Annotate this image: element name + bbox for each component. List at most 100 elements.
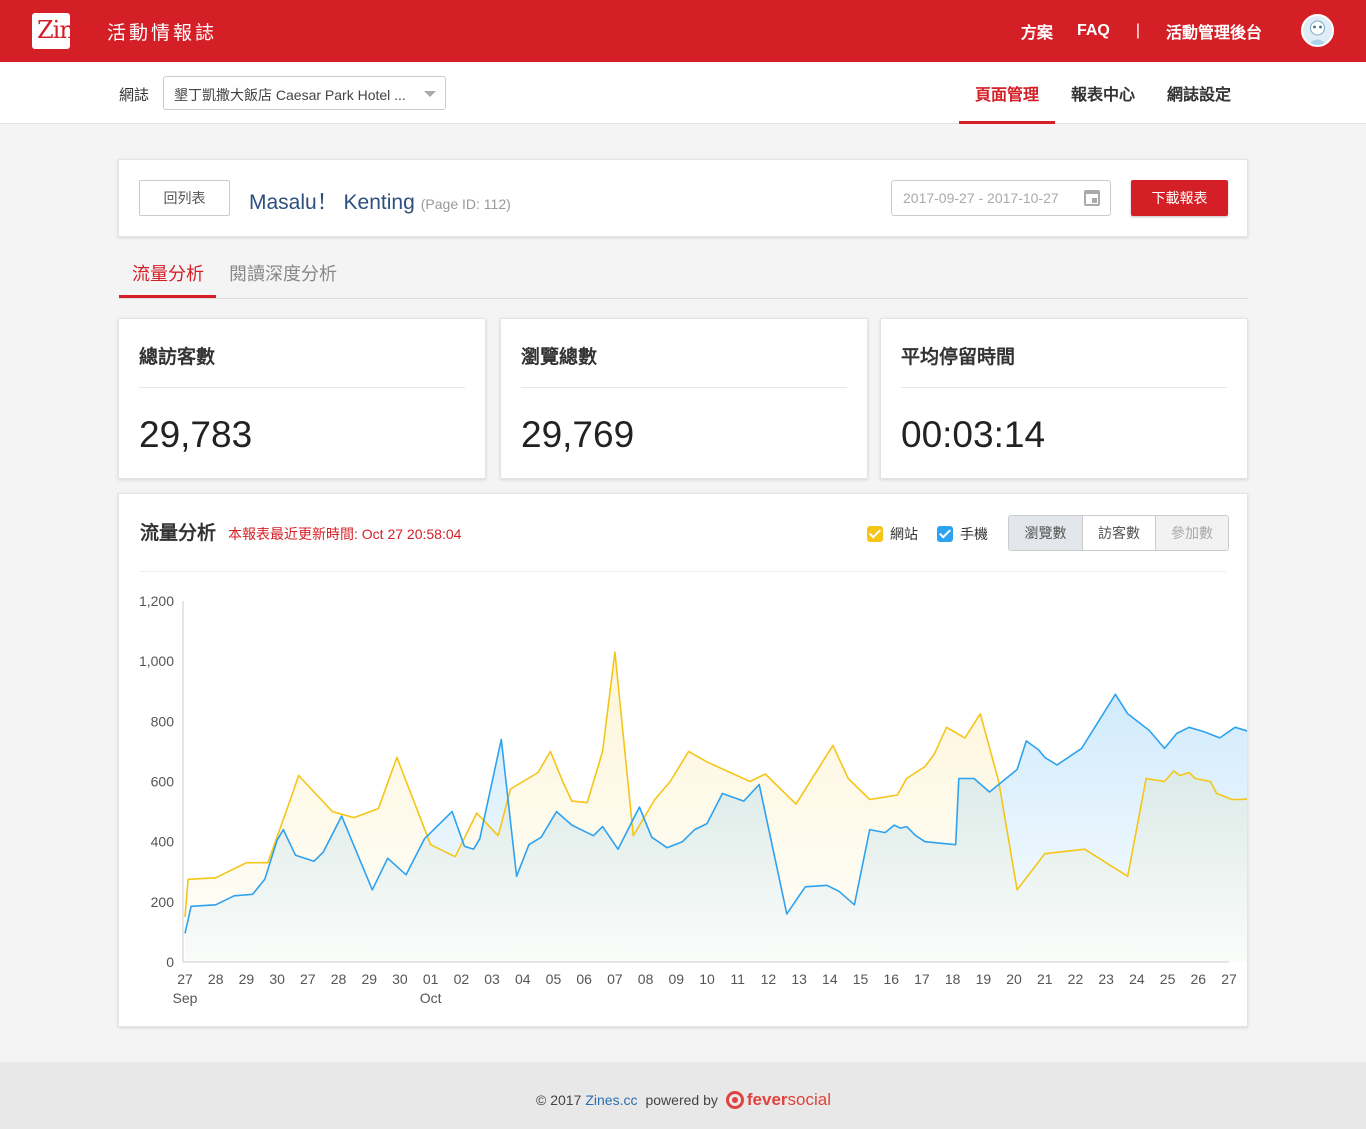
checkbox-checked-icon[interactable] [867, 526, 883, 542]
x-tick-label: 28 [208, 971, 224, 987]
footer-text: © 2017 Zines.cc powered by fever social [536, 1090, 831, 1110]
zines-link[interactable]: Zines.cc [585, 1092, 637, 1108]
x-tick-label: 04 [515, 971, 531, 987]
tab-report-center[interactable]: 報表中心 [1055, 62, 1151, 124]
y-tick-label: 400 [151, 834, 175, 850]
traffic-area-chart: 0 200 400 600 800 1,000 1,200 27 28 29 30 27 28 29 30 0… [139, 593, 1247, 1006]
download-report-button[interactable]: 下載報表 [1131, 180, 1228, 216]
x-tick-label: 10 [699, 971, 715, 987]
brand-name: 活動情報誌 [107, 22, 218, 44]
zine-select-value: 墾丁凱撒大飯店 Caesar Park Hotel ... [174, 87, 406, 103]
x-tick-label: 09 [669, 971, 685, 987]
stat-title: 平均停留時間 [901, 347, 1016, 368]
calendar-icon[interactable] [1084, 190, 1100, 206]
stat-title: 瀏覽總數 [521, 347, 598, 368]
logo-text: Zines [37, 16, 99, 44]
x-tick-label: 22 [1068, 971, 1084, 987]
divider [521, 387, 847, 388]
metric-participants-button[interactable]: 參加數 [1155, 516, 1228, 550]
legend-label: 網站 [890, 526, 918, 542]
back-to-list-button[interactable]: 回列表 [139, 180, 230, 216]
x-tick-label: 17 [914, 971, 930, 987]
x-tick-label: 14 [822, 971, 838, 987]
y-tick-label: 1,000 [139, 653, 174, 669]
x-tick-label: 20 [1006, 971, 1022, 987]
x-tick-label: 05 [546, 971, 562, 987]
x-tick-label: 27 [300, 971, 316, 987]
page-title-text: Masalu！ Kenting [249, 191, 415, 214]
metric-visitors-button[interactable]: 訪客數 [1082, 516, 1155, 550]
x-tick-label: 30 [269, 971, 285, 987]
y-tick-label: 800 [151, 713, 175, 729]
zines-logo[interactable]: Zines [32, 13, 99, 49]
x-tick-label: 21 [1037, 971, 1053, 987]
x-tick-label: 27 [177, 971, 193, 987]
tab-traffic-analysis[interactable]: 流量分析 [132, 260, 204, 286]
date-range-value: 2017-09-27 - 2017-10-27 [903, 190, 1059, 206]
page-id: (Page ID: 112) [420, 196, 511, 212]
feversocial-icon [725, 1091, 744, 1109]
stat-value: 00:03:14 [901, 414, 1046, 455]
sub-header: 網誌 墾丁凱撒大飯店 Caesar Park Hotel ... 頁面管理 報表… [0, 62, 1366, 124]
sub-tabs: 頁面管理 報表中心 網誌設定 [959, 62, 1247, 124]
x-tick-label: 03 [484, 971, 500, 987]
tab-page-management[interactable]: 頁面管理 [959, 62, 1055, 124]
metric-pageviews-button[interactable]: 瀏覽數 [1009, 516, 1082, 550]
tab-reading-depth[interactable]: 閱讀深度分析 [229, 260, 337, 286]
footer: © 2017 Zines.cc powered by fever social [0, 1062, 1366, 1129]
nav-faq[interactable]: FAQ [1077, 22, 1110, 40]
zine-label: 網誌 [119, 87, 150, 104]
user-avatar[interactable] [1301, 14, 1334, 47]
analysis-tabs: 流量分析 閱讀深度分析 [118, 248, 1248, 299]
x-tick-label: 23 [1098, 971, 1114, 987]
logo-part-b: social [787, 1090, 831, 1109]
series-area-mobile [185, 694, 1247, 962]
stat-value: 29,769 [521, 414, 635, 455]
chart-title: 流量分析 [140, 523, 217, 544]
x-tick-label: 18 [945, 971, 961, 987]
tab-blog-settings[interactable]: 網誌設定 [1151, 62, 1247, 124]
x-tick-label: 25 [1160, 971, 1176, 987]
page-title: Masalu！ Kenting (Page ID: 112) [249, 186, 511, 216]
powered-by: powered by [645, 1092, 718, 1108]
divider [901, 387, 1227, 388]
x-tick-label: 26 [1191, 971, 1207, 987]
copyright: © 2017 [536, 1092, 582, 1108]
x-tick-label: 28 [331, 971, 347, 987]
stat-card-pageviews: 瀏覽總數 29,769 [500, 318, 868, 479]
x-tick-label: 07 [607, 971, 623, 987]
y-tick-label: 200 [151, 894, 175, 910]
legend-mobile-toggle[interactable]: 手機 [937, 524, 988, 544]
x-tick-label: 30 [392, 971, 408, 987]
x-month-label: Sep [173, 990, 198, 1006]
legend-website-toggle[interactable]: 網站 [867, 524, 918, 544]
date-range-input[interactable]: 2017-09-27 - 2017-10-27 [891, 180, 1111, 216]
traffic-chart-card: 流量分析 本報表最近更新時間: Oct 27 20:58:04 網站 手機 瀏覽… [118, 493, 1248, 1027]
nav-plans[interactable]: 方案 [1021, 19, 1053, 43]
feversocial-logo[interactable]: fever social [725, 1090, 831, 1110]
x-tick-label: 16 [883, 971, 899, 987]
x-tick-label: 29 [361, 971, 377, 987]
active-tab-indicator [119, 295, 216, 298]
x-tick-label: 06 [576, 971, 592, 987]
x-tick-label: 15 [853, 971, 869, 987]
stat-value: 29,783 [139, 414, 253, 455]
x-tick-label: 19 [976, 971, 992, 987]
divider [140, 571, 1226, 572]
nav-admin[interactable]: 活動管理後台 [1166, 19, 1262, 43]
stat-title: 總訪客數 [139, 347, 216, 368]
top-nav: 方案 FAQ | 活動管理後台 [997, 0, 1262, 62]
logo-part-a: fever [746, 1090, 788, 1109]
legend-label: 手機 [960, 526, 988, 542]
stat-card-visitors: 總訪客數 29,783 [118, 318, 486, 479]
zine-select[interactable]: 墾丁凱撒大飯店 Caesar Park Hotel ... [163, 76, 446, 110]
y-tick-label: 0 [166, 954, 174, 970]
x-month-label: Oct [420, 990, 442, 1006]
checkbox-checked-icon[interactable] [937, 526, 953, 542]
chevron-down-icon [424, 91, 436, 97]
x-tick-label: 24 [1129, 971, 1145, 987]
x-tick-label: 27 [1221, 971, 1237, 987]
page-header-card: 回列表 Masalu！ Kenting (Page ID: 112) 2017-0… [118, 159, 1248, 237]
x-tick-label: 11 [730, 971, 745, 987]
x-tick-label: 01 [423, 971, 439, 987]
